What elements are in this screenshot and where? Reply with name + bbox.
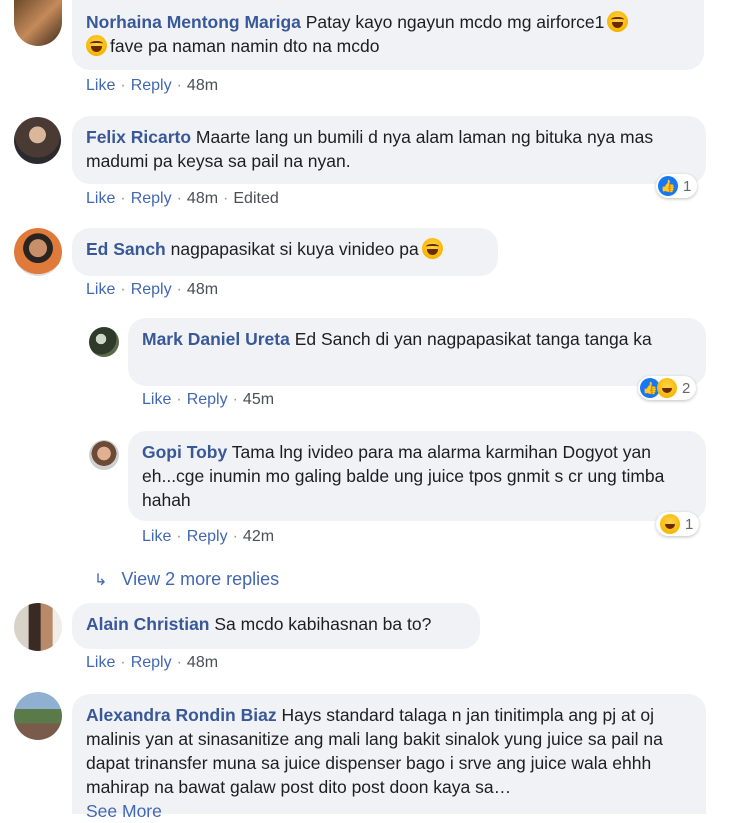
laughing-emoji-icon xyxy=(86,35,107,56)
reply-time[interactable]: 45m xyxy=(243,391,274,408)
reaction-count: 1 xyxy=(683,177,692,195)
comment-actions: Like · Reply · 48m xyxy=(86,281,219,298)
haha-emoji-icon xyxy=(660,514,680,534)
comment-time[interactable]: 48m xyxy=(187,190,218,207)
reply-time[interactable]: 42m xyxy=(243,528,274,545)
comment-bubble: Felix Ricarto Maarte lang un bumili d ny… xyxy=(72,116,706,184)
view-more-replies-link[interactable]: ↳ View 2 more replies xyxy=(94,569,279,590)
comment-text: nagpapasikat si kuya vinideo pa xyxy=(170,239,419,259)
comment-actions: Like · Reply · 48m xyxy=(86,77,219,94)
avatar[interactable] xyxy=(89,440,119,470)
see-more-link[interactable]: See More xyxy=(86,801,162,821)
avatar[interactable] xyxy=(14,117,61,164)
comment-bubble: Alexandra Rondin Biaz Hays standard tala… xyxy=(72,694,706,821)
avatar[interactable] xyxy=(14,603,62,651)
reply-author[interactable]: Mark Daniel Ureta xyxy=(142,329,290,349)
comment-bubble: Alain Christian Sa mcdo kabihasnan ba to… xyxy=(72,603,480,649)
comment-author[interactable]: Felix Ricarto xyxy=(86,127,191,147)
reply-link[interactable]: Reply xyxy=(187,391,228,408)
reaction-count: 2 xyxy=(682,379,691,397)
avatar[interactable] xyxy=(89,327,119,357)
reaction-summary[interactable]: 👍 2 xyxy=(638,376,697,400)
reply-author[interactable]: Gopi Toby xyxy=(142,442,227,462)
comment-time[interactable]: 48m xyxy=(187,654,218,671)
reply-link[interactable]: Reply xyxy=(131,190,172,207)
like-link[interactable]: Like xyxy=(142,391,171,408)
comment-text: Patay kayo ngayun mcdo mg airforce1 xyxy=(305,12,605,32)
comment-author[interactable]: Alexandra Rondin Biaz xyxy=(86,705,277,725)
reply-text: Ed Sanch di yan nagpapasikat tanga tanga… xyxy=(294,329,652,349)
thumbs-up-icon: 👍 xyxy=(658,176,678,196)
reaction-summary[interactable]: 👍 1 xyxy=(656,174,698,198)
avatar[interactable] xyxy=(14,692,62,740)
comment-bubble: Ed Sanch nagpapasikat si kuya vinideo pa xyxy=(72,228,498,276)
laughing-emoji-icon xyxy=(421,238,443,259)
reply-actions: Like · Reply · 42m xyxy=(142,528,275,545)
avatar[interactable] xyxy=(14,0,62,46)
reply-link[interactable]: Reply xyxy=(187,528,228,545)
comment-time[interactable]: 48m xyxy=(187,77,218,94)
reply-link[interactable]: Reply xyxy=(131,281,172,298)
comment-author[interactable]: Norhaina Mentong Mariga xyxy=(86,12,301,32)
avatar[interactable] xyxy=(14,228,62,276)
comment-text-line2: fave pa naman namin dto na mcdo xyxy=(110,36,380,56)
reaction-count: 1 xyxy=(685,515,694,533)
like-link[interactable]: Like xyxy=(86,190,115,207)
comment-actions: Like · Reply · 48m xyxy=(86,654,219,671)
comment-text: Sa mcdo kabihasnan ba to? xyxy=(214,614,432,634)
view-more-replies-label[interactable]: View 2 more replies xyxy=(121,569,279,589)
comment-actions: Like · Reply · 48m · Edited xyxy=(86,190,279,207)
like-link[interactable]: Like xyxy=(86,654,115,671)
reply-bubble: Gopi Toby Tama lng ivideo para ma alarma… xyxy=(128,431,706,521)
comment-author[interactable]: Ed Sanch xyxy=(86,239,166,259)
comment-time[interactable]: 48m xyxy=(187,281,218,298)
edited-label[interactable]: Edited xyxy=(233,190,278,207)
reply-bubble: Mark Daniel Ureta Ed Sanch di yan nagpap… xyxy=(128,318,706,386)
reaction-summary[interactable]: 1 xyxy=(656,512,700,536)
comment-author[interactable]: Alain Christian xyxy=(86,614,210,634)
like-link[interactable]: Like xyxy=(142,528,171,545)
like-link[interactable]: Like xyxy=(86,77,115,94)
reply-link[interactable]: Reply xyxy=(131,654,172,671)
reply-arrow-icon: ↳ xyxy=(94,572,108,589)
like-link[interactable]: Like xyxy=(86,281,115,298)
comment-bubble: Norhaina Mentong Mariga Patay kayo ngayu… xyxy=(72,0,704,70)
haha-emoji-icon xyxy=(657,378,677,398)
reply-actions: Like · Reply · 45m xyxy=(142,391,275,408)
laughing-emoji-icon xyxy=(607,11,629,32)
reply-link[interactable]: Reply xyxy=(131,77,172,94)
